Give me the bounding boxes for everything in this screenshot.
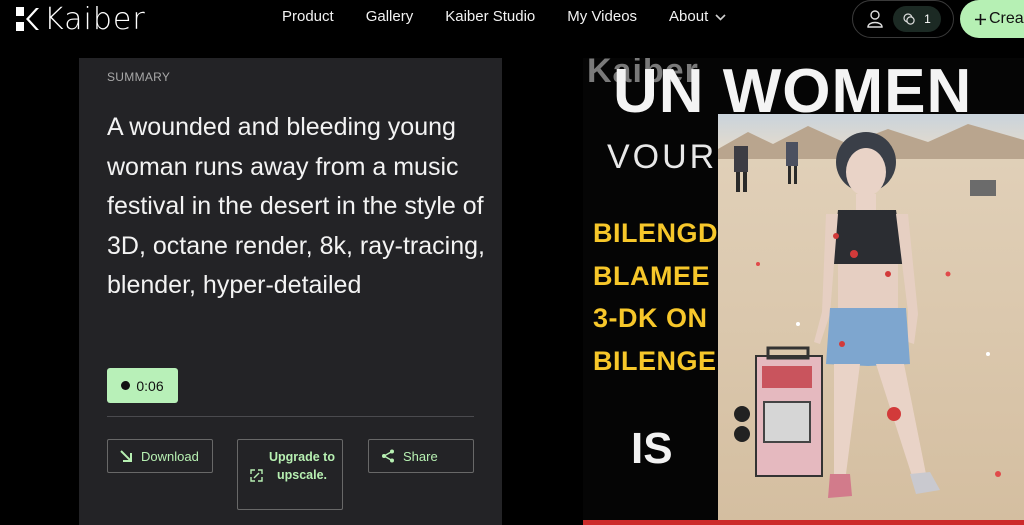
coins-icon — [903, 13, 915, 25]
summary-heading: SUMMARY — [107, 70, 171, 84]
summary-prompt-text: A wounded and bleeding young woman runs … — [107, 113, 485, 299]
share-button[interactable]: Share — [368, 439, 474, 473]
nav-kaiber-studio[interactable]: Kaiber Studio — [445, 8, 535, 26]
create-button[interactable]: Crea — [960, 0, 1024, 38]
person-icon — [867, 10, 883, 28]
nav-product[interactable]: Product — [282, 8, 334, 26]
upgrade-upscale-button[interactable]: Upgrade to upscale. — [237, 439, 343, 510]
duration-badge: 0:06 — [107, 368, 178, 403]
share-label: Share — [403, 448, 438, 464]
download-arrow-icon — [120, 449, 132, 462]
video-yellow-line: BILENGD — [593, 218, 718, 248]
expand-icon — [250, 469, 263, 482]
share-icon — [382, 449, 394, 463]
progress-bar — [583, 520, 1024, 525]
duration-value: 0:06 — [136, 377, 164, 394]
video-subline: VOUR — [607, 138, 718, 176]
desert-scene-image — [718, 114, 1024, 525]
download-label: Download — [141, 448, 199, 464]
top-nav: Kaiber Product Gallery Kaiber Studio My … — [0, 0, 1024, 58]
divider — [107, 416, 474, 417]
video-preview[interactable]: Kaiber UN WOMEN VOUR BILENGD BLAMEE 3-DK… — [583, 58, 1024, 525]
video-yellow-line: BLAMEE — [593, 261, 710, 291]
kaiber-logo-icon — [16, 7, 39, 31]
credits-badge[interactable]: 1 — [893, 6, 941, 32]
nav-gallery[interactable]: Gallery — [366, 8, 414, 26]
video-footer-word: IS — [631, 424, 673, 473]
summary-panel: SUMMARY A wounded and bleeding young wom… — [79, 58, 502, 525]
video-yellow-line: 3-DK ON — [593, 303, 708, 333]
account-pill[interactable]: 1 — [852, 0, 954, 38]
brand-name: Kaiber — [44, 1, 146, 37]
download-button[interactable]: Download — [107, 439, 213, 473]
nav-links: Product Gallery Kaiber Studio My Videos … — [282, 8, 758, 26]
nav-about-label: About — [669, 8, 709, 25]
credits-count: 1 — [924, 12, 931, 26]
create-label: Crea — [989, 10, 1024, 27]
brand-logo[interactable]: Kaiber — [14, 1, 146, 37]
upgrade-label: Upgrade to upscale. — [269, 450, 335, 482]
nav-about[interactable]: About — [669, 8, 726, 26]
record-dot-icon — [121, 381, 131, 390]
chevron-down-icon — [715, 13, 726, 21]
nav-my-videos[interactable]: My Videos — [567, 8, 637, 26]
plus-icon — [975, 13, 986, 25]
video-yellow-line: BILENGE — [593, 346, 717, 376]
